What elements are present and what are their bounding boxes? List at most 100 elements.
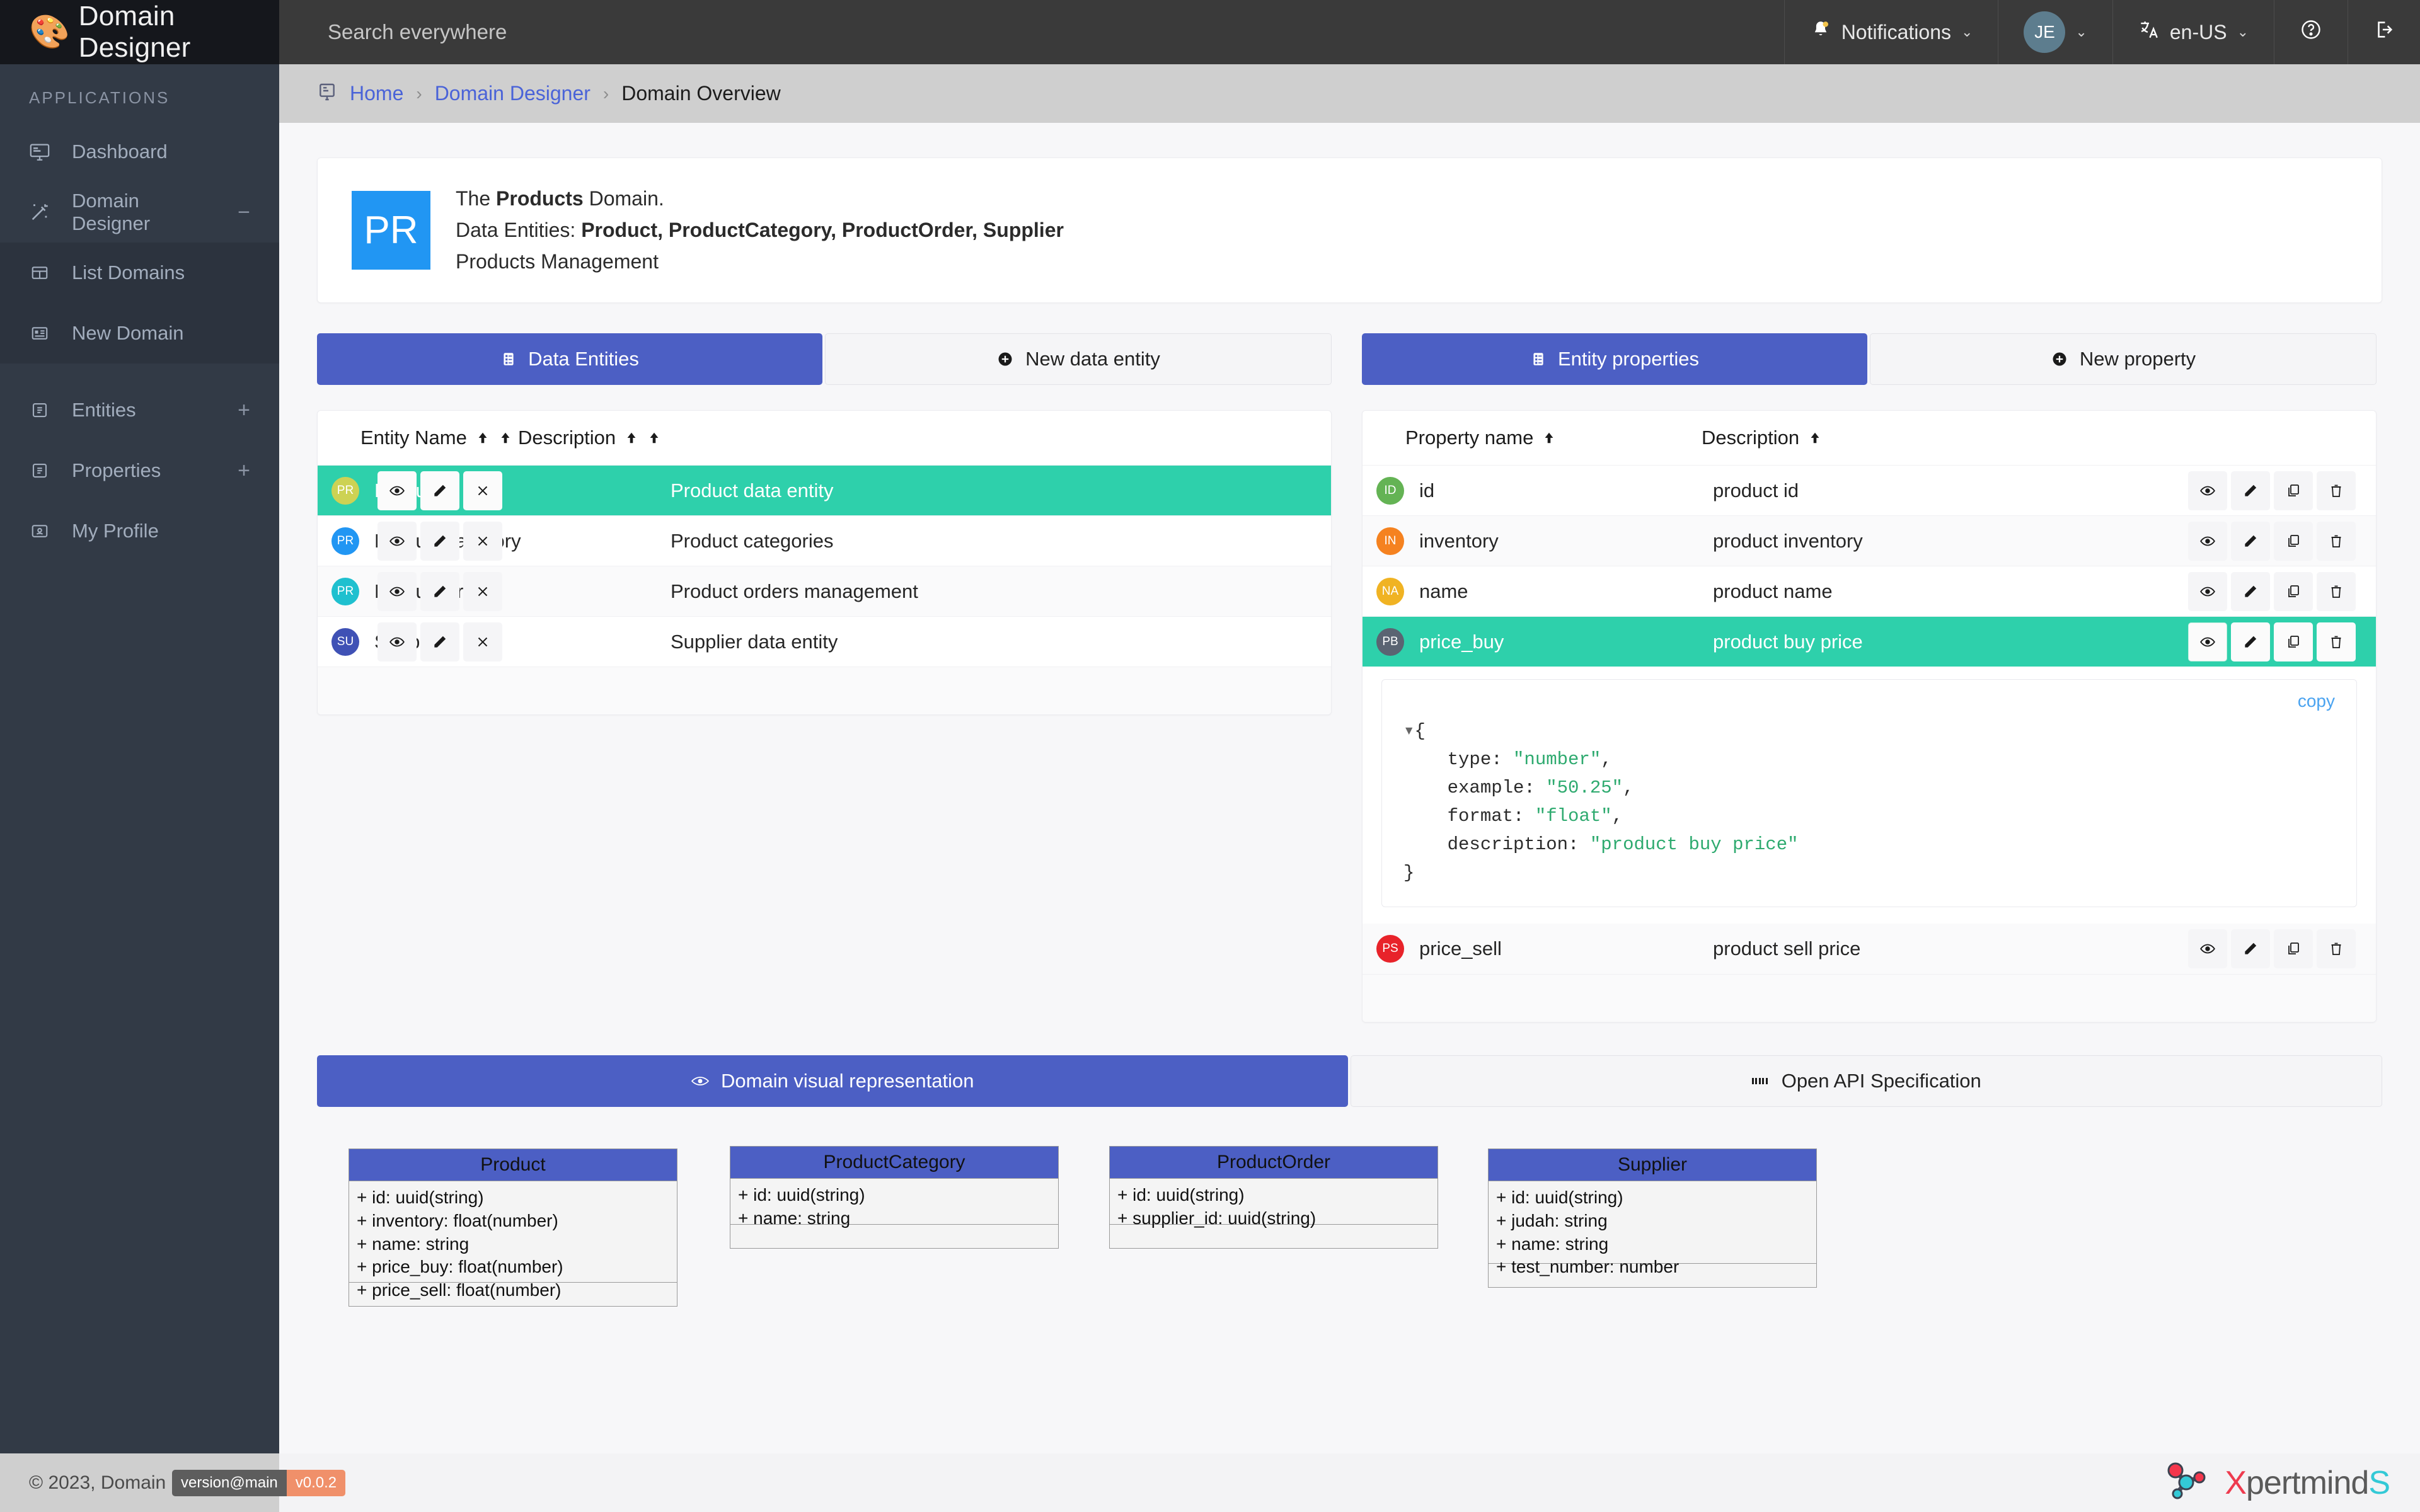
table-row[interactable]: PR Product Product data entity	[318, 465, 1331, 515]
pencil-icon[interactable]	[2231, 522, 2270, 561]
table-row[interactable]: ID id product id	[1363, 465, 2376, 515]
sidebar-item-my-profile[interactable]: My Profile	[0, 501, 279, 561]
column-description[interactable]: Description	[518, 427, 661, 449]
sort-desc-icon[interactable]	[647, 431, 661, 445]
copy-icon[interactable]	[2274, 622, 2313, 662]
row-actions	[2188, 471, 2356, 510]
tab-data-entities[interactable]: Data Entities	[317, 333, 822, 385]
diagram-entity-supplier[interactable]: Supplier + id: uuid(string) + judah: str…	[1488, 1148, 1817, 1288]
eye-icon[interactable]	[2188, 929, 2227, 968]
tab-domain-visual-representation[interactable]: Domain visual representation	[317, 1055, 1348, 1107]
eye-icon[interactable]	[377, 471, 417, 510]
add-entity-icon[interactable]: +	[238, 398, 250, 423]
table-row[interactable]: PS price_sell product sell price	[1363, 924, 2376, 974]
diagram-entity-productorder[interactable]: ProductOrder + id: uuid(string) + suppli…	[1109, 1146, 1438, 1249]
trash-icon[interactable]	[2317, 622, 2356, 662]
column-entity-name[interactable]: Entity Name	[360, 427, 518, 449]
eye-icon[interactable]	[377, 572, 417, 611]
sidebar-item-new-domain[interactable]: New Domain	[0, 303, 279, 364]
notifications-button[interactable]: Notifications ⌄	[1784, 0, 1998, 64]
close-icon[interactable]	[463, 622, 502, 662]
copy-icon[interactable]	[2274, 471, 2313, 510]
column-description[interactable]: Description	[1702, 427, 1822, 449]
pencil-icon[interactable]	[2231, 929, 2270, 968]
sort-asc-icon[interactable]	[1808, 431, 1822, 445]
table-row[interactable]: PB price_buy product buy price	[1363, 616, 2376, 667]
table-row[interactable]: PR ProductOrder Product orders managemen…	[318, 566, 1331, 616]
domain-line-1-suffix: Domain.	[584, 187, 664, 210]
pencil-icon[interactable]	[420, 522, 459, 561]
sort-asc-icon[interactable]	[476, 431, 490, 445]
table-row[interactable]: IN inventory product inventory	[1363, 515, 2376, 566]
eye-icon[interactable]	[2188, 471, 2227, 510]
sidebar-item-label: Entities	[72, 399, 216, 421]
table-row[interactable]: PR ProductCategory Product categories	[318, 515, 1331, 566]
diagram-attribute: + name: string	[357, 1233, 669, 1256]
pencil-icon[interactable]	[2231, 471, 2270, 510]
domain-line-1: The Products Domain.	[456, 187, 1064, 210]
close-icon[interactable]	[463, 522, 502, 561]
sidebar-item-entities[interactable]: Entities +	[0, 380, 279, 440]
eye-icon[interactable]	[2188, 522, 2227, 561]
close-icon[interactable]	[463, 471, 502, 510]
trash-icon[interactable]	[2317, 572, 2356, 611]
sort-asc-icon[interactable]	[625, 431, 638, 445]
trash-icon[interactable]	[2317, 471, 2356, 510]
tab-open-api-specification[interactable]: Open API Specification	[1351, 1055, 2383, 1107]
sidebar-item-list-domains[interactable]: List Domains	[0, 243, 279, 303]
help-button[interactable]	[2274, 0, 2348, 64]
user-menu-button[interactable]: JE ⌄	[1998, 0, 2112, 64]
search-input[interactable]	[328, 20, 769, 44]
version-label: version@main	[172, 1470, 287, 1496]
brand[interactable]: 🎨 Domain Designer	[0, 0, 279, 64]
table-row[interactable]: SU Supplier Supplier data entity	[318, 616, 1331, 667]
eye-icon[interactable]	[2188, 572, 2227, 611]
language-label: en-US	[2170, 21, 2227, 44]
chevron-down-icon: ⌄	[2075, 24, 2087, 40]
table-row[interactable]: NA name product name	[1363, 566, 2376, 616]
pencil-icon[interactable]	[420, 622, 459, 662]
pencil-icon[interactable]	[420, 572, 459, 611]
tab-new-data-entity[interactable]: New data entity	[825, 333, 1332, 385]
eye-icon[interactable]	[377, 522, 417, 561]
sidebar-item-domain-designer[interactable]: Domain Designer −	[0, 182, 279, 243]
sidebar-item-dashboard[interactable]: Dashboard	[0, 122, 279, 182]
logout-button[interactable]	[2348, 0, 2420, 64]
diagram-entity-productcategory[interactable]: ProductCategory + id: uuid(string) + nam…	[730, 1146, 1059, 1249]
pencil-icon[interactable]	[2231, 572, 2270, 611]
entity-badge: PR	[331, 527, 359, 555]
main-content: PR The Products Domain. Data Entities: P…	[279, 123, 2420, 1453]
copy-icon[interactable]	[2274, 572, 2313, 611]
breadcrumb-item-domain-designer[interactable]: Domain Designer	[435, 82, 591, 105]
trash-icon[interactable]	[2317, 929, 2356, 968]
close-icon[interactable]	[463, 572, 502, 611]
property-name: price_sell	[1419, 937, 1713, 960]
vendor-name: XpertmindS	[2225, 1464, 2390, 1502]
language-selector[interactable]: en-US ⌄	[2112, 0, 2274, 64]
trash-icon[interactable]	[2317, 522, 2356, 561]
diagram-entity-product[interactable]: Product + id: uuid(string) + inventory: …	[349, 1148, 677, 1307]
tab-new-property[interactable]: New property	[1870, 333, 2377, 385]
sidebar-item-properties[interactable]: Properties +	[0, 440, 279, 501]
sidebar-item-label: Domain Designer	[72, 190, 216, 235]
sort-asc-icon[interactable]	[1542, 431, 1556, 445]
collapse-icon[interactable]: −	[238, 200, 250, 225]
app-root: 🎨 Domain Designer APPLICATIONS Dashboard…	[0, 0, 2420, 1512]
search-box[interactable]	[279, 0, 1784, 64]
copy-icon[interactable]	[2274, 929, 2313, 968]
pencil-icon[interactable]	[2231, 622, 2270, 662]
sort-desc-icon[interactable]	[498, 431, 512, 445]
monitor-icon	[317, 82, 337, 105]
eye-icon[interactable]	[2188, 622, 2227, 662]
copy-icon[interactable]	[2274, 522, 2313, 561]
add-property-icon[interactable]: +	[238, 459, 250, 483]
pencil-icon[interactable]	[420, 471, 459, 510]
eye-icon[interactable]	[377, 622, 417, 662]
breadcrumb-item-home[interactable]: Home	[350, 82, 403, 105]
property-description: product buy price	[1713, 631, 1863, 653]
triangle-down-icon[interactable]: ▾	[1403, 721, 1414, 742]
vendor-name-x: X	[2225, 1465, 2246, 1501]
column-property-name[interactable]: Property name	[1405, 427, 1702, 449]
tab-entity-properties[interactable]: Entity properties	[1362, 333, 1867, 385]
copy-json-button[interactable]: copy	[2298, 691, 2335, 711]
